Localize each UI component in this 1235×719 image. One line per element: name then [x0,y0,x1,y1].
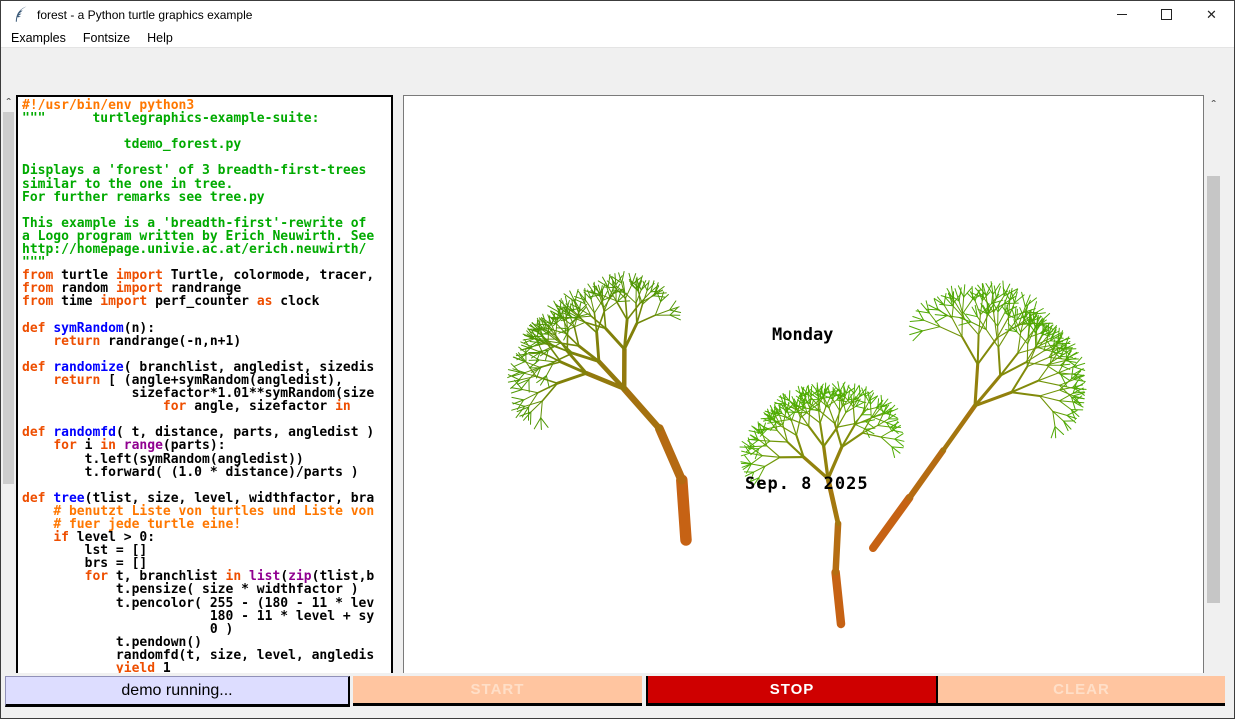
app-window: forest - a Python turtle graphics exampl… [0,0,1235,719]
menu-bar: Examples Fontsize Help [1,28,1234,48]
start-button[interactable]: START [353,676,642,706]
turtle-canvas-svg [404,96,1203,703]
code-line: """ turtlegraphics-example-suite: [22,112,391,125]
clear-button[interactable]: CLEAR [938,676,1225,706]
window-footer [1,709,1234,719]
bottom-bar: demo running... START STOP CLEAR [1,673,1234,709]
status-message: demo running... [5,676,350,707]
menu-help[interactable]: Help [140,31,180,45]
code-line: t.forward( (1.0 * distance)/parts ) [22,466,391,479]
code-line: tdemo_forest.py [22,138,391,151]
menu-fontsize[interactable]: Fontsize [76,31,137,45]
main-area: #!/usr/bin/env python3""" turtlegraphics… [1,48,1234,673]
turtle-canvas[interactable]: Monday Sep. 8 2025 [403,95,1204,704]
minimize-icon [1117,14,1127,15]
code-line: http://homepage.univie.ac.at/erich.neuwi… [22,243,391,256]
title-bar[interactable]: forest - a Python turtle graphics exampl… [1,1,1234,28]
maximize-icon [1161,9,1172,20]
window-title: forest - a Python turtle graphics exampl… [37,8,252,22]
code-line: return randrange(-n,n+1) [22,335,391,348]
stop-button[interactable]: STOP [646,676,938,706]
canvas-text-monday: Monday [772,325,833,345]
menu-examples[interactable]: Examples [4,31,73,45]
canvas-vscroll-thumb[interactable] [1207,176,1220,603]
python-feather-icon [14,6,28,23]
close-icon [1206,7,1217,23]
code-line: For further remarks see tree.py [22,191,391,204]
scroll-up-icon[interactable] [2,97,15,110]
minimize-button[interactable] [1099,1,1144,28]
scroll-up-icon[interactable] [1207,99,1220,112]
code-line: for angle, sizefactor in [22,400,391,413]
code-vscroll-thumb[interactable] [3,112,14,484]
close-button[interactable] [1189,1,1234,28]
canvas-vertical-scrollbar[interactable] [1205,95,1222,704]
code-viewer[interactable]: #!/usr/bin/env python3""" turtlegraphics… [16,95,393,703]
maximize-button[interactable] [1144,1,1189,28]
code-vertical-scrollbar[interactable] [2,95,15,719]
canvas-text-date: Sep. 8 2025 [745,474,869,494]
code-line: from time import perf_counter as clock [22,295,391,308]
code-text: #!/usr/bin/env python3""" turtlegraphics… [18,97,391,703]
